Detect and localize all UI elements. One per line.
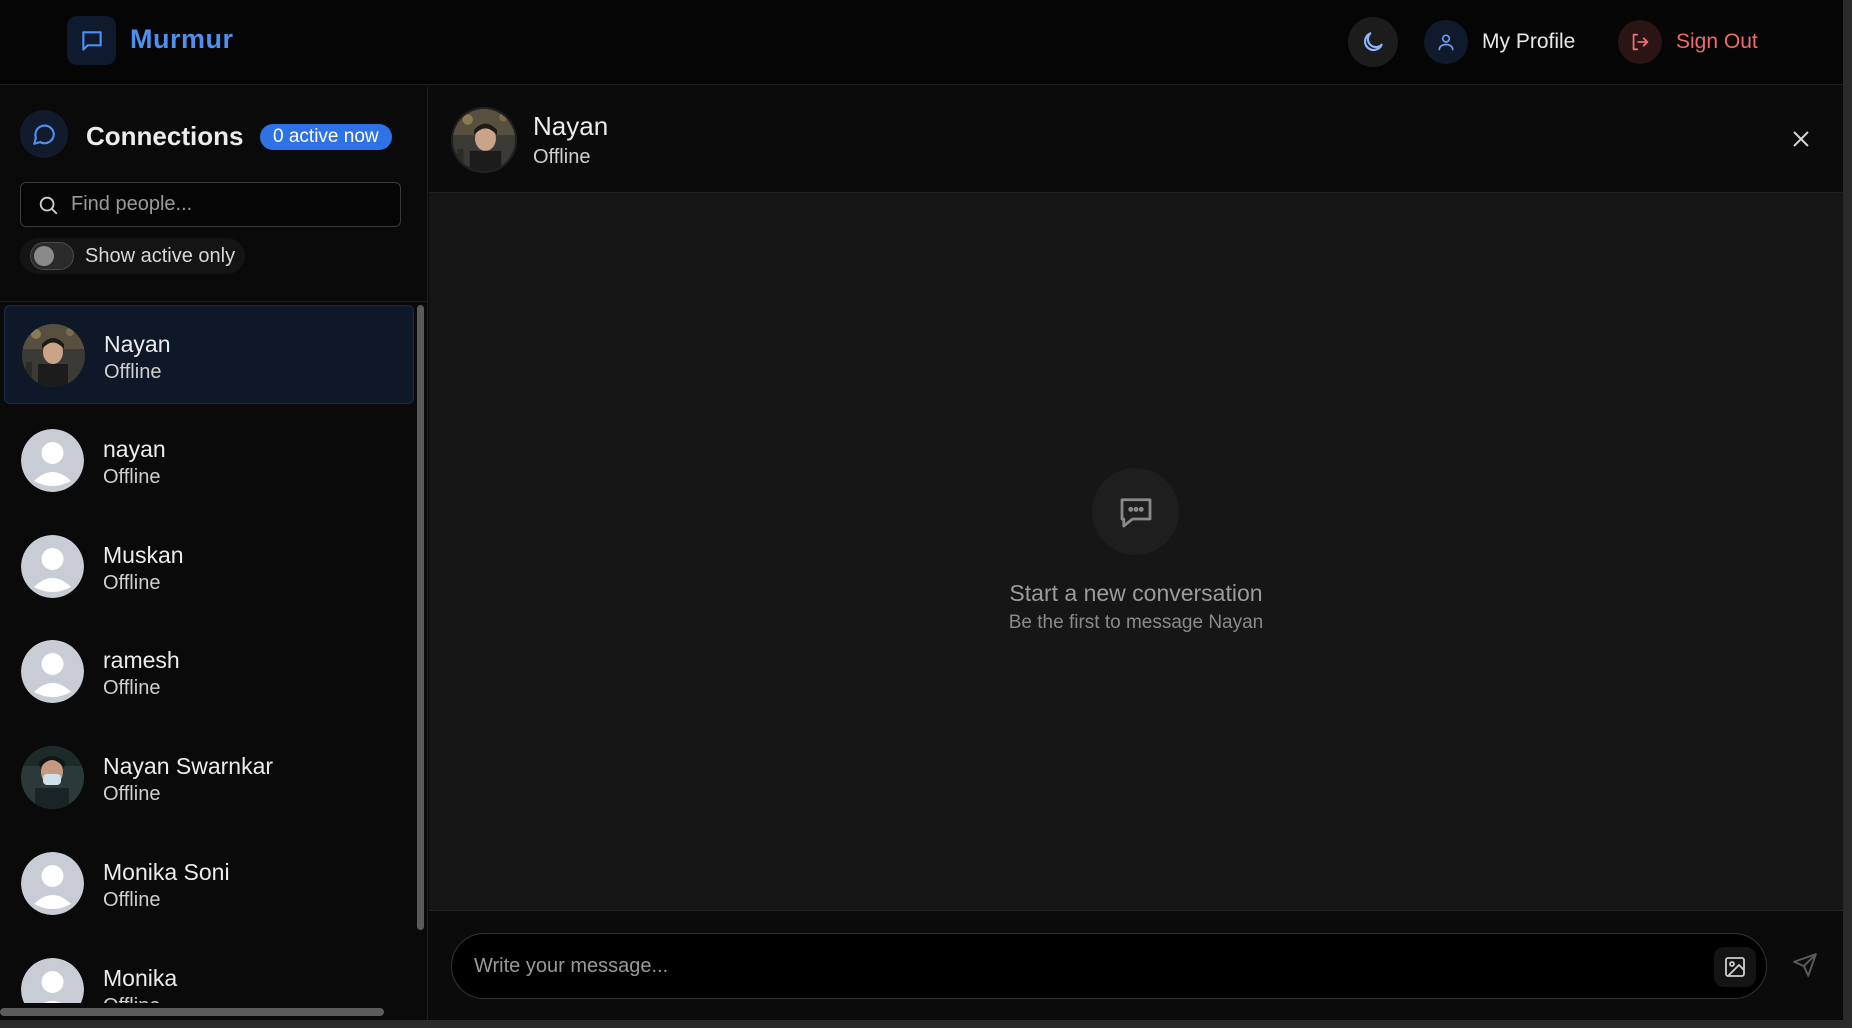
send-button[interactable]: [1784, 944, 1826, 986]
default-avatar-icon: [21, 535, 84, 598]
sidebar-header: Connections 0 active now Show active onl…: [0, 86, 428, 302]
contact-name: ramesh: [103, 647, 180, 673]
message-input[interactable]: [474, 946, 1654, 986]
send-icon: [1793, 953, 1817, 977]
contact-item[interactable]: Nayan Swarnkar Offline: [4, 728, 414, 827]
contact-item[interactable]: Muskan Offline: [4, 517, 414, 616]
contact-name: Monika: [103, 965, 178, 991]
chat-bubble-logo-icon: [67, 16, 116, 65]
sidebar-horizontal-scrollbar[interactable]: [0, 1008, 384, 1016]
app-window: Murmur My Profile Sign Out Connections 0…: [0, 0, 1843, 1020]
contact-name: Nayan: [104, 331, 171, 357]
contact-item[interactable]: nayan Offline: [4, 411, 414, 510]
contact-status: Offline: [103, 995, 160, 1003]
user-icon: [1424, 20, 1468, 64]
empty-state-title: Start a new conversation: [1009, 580, 1263, 606]
my-profile-button[interactable]: My Profile: [1424, 17, 1575, 67]
search-icon: [39, 196, 58, 214]
chat-avatar-photo: [451, 107, 517, 173]
contact-status: Offline: [103, 572, 161, 594]
empty-state-subtitle: Be the first to message Nayan: [1008, 612, 1264, 633]
contact-item[interactable]: ramesh Offline: [4, 622, 414, 721]
contact-item[interactable]: Nayan Offline: [4, 305, 414, 404]
contact-status: Offline: [103, 466, 161, 488]
sign-out-button[interactable]: Sign Out: [1618, 17, 1758, 67]
avatar-photo: [21, 746, 84, 809]
show-active-toggle[interactable]: [30, 242, 74, 270]
contact-list: Nayan Offline nayan Offline Muskan Offli…: [0, 303, 416, 1003]
my-profile-label: My Profile: [1482, 30, 1576, 53]
sign-out-icon: [1618, 20, 1662, 64]
image-icon: [1725, 957, 1745, 977]
moon-icon: [1363, 32, 1383, 52]
top-bar: Murmur My Profile Sign Out: [0, 0, 1843, 85]
contact-status: Offline: [103, 889, 161, 911]
chat-header: Nayan Offline: [429, 86, 1843, 193]
contact-name: nayan: [103, 436, 166, 462]
toggle-knob: [34, 246, 54, 266]
active-count-badge: 0 active now: [260, 124, 392, 150]
message-box: [451, 933, 1767, 999]
chat-panel: Nayan Offline Start a new conversation B…: [429, 86, 1843, 1020]
default-avatar-icon: [21, 429, 84, 492]
connections-sidebar: Connections 0 active now Show active onl…: [0, 86, 428, 1020]
close-icon: [1793, 131, 1809, 147]
sidebar-title: Connections: [86, 121, 244, 151]
contact-status: Offline: [103, 783, 161, 805]
chat-contact-status: Offline: [533, 146, 591, 168]
default-avatar-icon: [21, 852, 84, 915]
message-composer: [429, 910, 1843, 1020]
message-circle-icon: [20, 110, 68, 158]
contact-item[interactable]: Monika Offline: [4, 940, 414, 1003]
show-active-label: Show active only: [85, 244, 236, 267]
contact-name: Monika Soni: [103, 859, 230, 885]
default-avatar-icon: [21, 640, 84, 703]
contact-status: Offline: [103, 677, 161, 699]
chat-contact-name: Nayan: [533, 111, 609, 141]
app-name: Murmur: [130, 24, 234, 54]
avatar-photo: [22, 324, 85, 387]
message-dots-icon: [1092, 468, 1179, 555]
attach-image-button[interactable]: [1714, 947, 1756, 987]
search-input[interactable]: [71, 184, 371, 225]
default-avatar-icon: [21, 958, 84, 1003]
contact-status: Offline: [104, 361, 162, 383]
show-active-toggle-row[interactable]: Show active only: [20, 238, 246, 274]
theme-toggle-button[interactable]: [1348, 17, 1398, 67]
contact-name: Nayan Swarnkar: [103, 753, 274, 779]
contact-name: Muskan: [103, 542, 184, 568]
sidebar-vertical-scrollbar[interactable]: [417, 305, 424, 930]
close-chat-button[interactable]: [1786, 124, 1816, 154]
search-box: [20, 182, 401, 227]
contact-item[interactable]: Monika Soni Offline: [4, 834, 414, 933]
sign-out-label: Sign Out: [1676, 30, 1758, 53]
